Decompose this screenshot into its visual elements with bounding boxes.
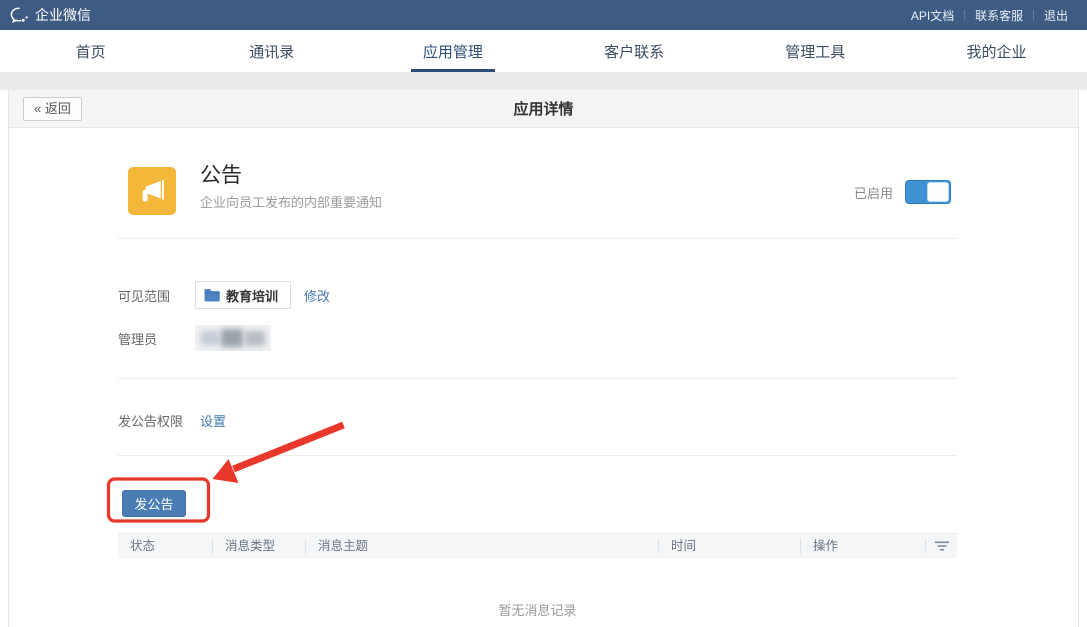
annotation-arrow-line [234, 425, 344, 469]
filter-icon [935, 541, 949, 551]
table-columns: 状态消息类型消息主题时间操作 [118, 539, 925, 554]
page-background-band [0, 72, 1087, 90]
top-links: API文档|联系客服|退出 [902, 7, 1077, 24]
nav-item-my-company[interactable]: 我的企业 [906, 30, 1087, 72]
nav-item-app-management[interactable]: 应用管理 [362, 30, 543, 72]
divider [118, 238, 957, 239]
visible-scope-row: 可见范围 教育培训 修改 [118, 281, 330, 309]
brand-name: 企业微信 [35, 5, 91, 25]
scope-tag: 教育培训 [195, 281, 291, 309]
enable-toggle[interactable] [905, 180, 951, 204]
main-nav: 首页通讯录应用管理客户联系管理工具我的企业 [0, 30, 1087, 72]
message-table-header: 状态消息类型消息主题时间操作 [118, 533, 957, 558]
table-column-header: 时间 [658, 539, 800, 554]
app-detail-card: « 返回 应用详情 公告 企业向员工发布的内部重要通知 已启用 可见范围 [8, 90, 1079, 627]
app-description: 企业向员工发布的内部重要通知 [200, 192, 382, 211]
top-link-logout[interactable]: 退出 [1035, 7, 1077, 24]
top-link-contact-support[interactable]: 联系客服 [966, 7, 1032, 24]
admin-label: 管理员 [118, 329, 157, 348]
divider [118, 378, 957, 379]
table-column-header: 消息主题 [305, 539, 658, 554]
empty-records-text: 暂无消息记录 [118, 600, 957, 619]
toggle-knob [927, 182, 949, 202]
table-column-header: 操作 [800, 539, 925, 554]
visible-scope-label: 可见范围 [118, 286, 170, 305]
nav-item-customer-contact[interactable]: 客户联系 [544, 30, 725, 72]
divider [118, 455, 957, 456]
send-announcement-button[interactable]: 发公告 [122, 490, 186, 517]
page-title: 应用详情 [513, 98, 573, 119]
nav-item-admin-tools[interactable]: 管理工具 [725, 30, 906, 72]
app-status: 已启用 [854, 180, 951, 204]
folder-icon [204, 288, 220, 302]
announcement-permission-row: 发公告权限 设置 [118, 411, 226, 430]
table-column-header: 状态 [118, 539, 212, 554]
nav-item-home[interactable]: 首页 [0, 30, 181, 72]
admin-row: 管理员 [118, 325, 271, 351]
wechat-work-logo-icon [10, 7, 29, 24]
top-bar: 企业微信 API文档|联系客服|退出 [0, 0, 1087, 30]
app-name: 公告 [200, 159, 242, 189]
modify-scope-link[interactable]: 修改 [304, 286, 330, 305]
admin-name-redacted [195, 325, 271, 351]
annotation-arrow-head [213, 459, 239, 483]
status-label: 已启用 [854, 183, 893, 202]
permission-label: 发公告权限 [118, 411, 183, 430]
permission-settings-link[interactable]: 设置 [200, 411, 226, 430]
app-icon [128, 167, 176, 215]
top-link-api-docs[interactable]: API文档 [902, 7, 963, 24]
card-header: « 返回 应用详情 [9, 90, 1078, 128]
back-button[interactable]: « 返回 [23, 97, 82, 121]
table-column-header: 消息类型 [212, 539, 305, 554]
megaphone-icon [137, 176, 167, 206]
brand: 企业微信 [10, 5, 91, 25]
scope-name: 教育培训 [226, 286, 278, 305]
card-body: 公告 企业向员工发布的内部重要通知 已启用 可见范围 教育培训 修改 管理员 [9, 128, 1078, 627]
table-filter-button[interactable] [925, 539, 957, 554]
nav-item-contacts[interactable]: 通讯录 [181, 30, 362, 72]
